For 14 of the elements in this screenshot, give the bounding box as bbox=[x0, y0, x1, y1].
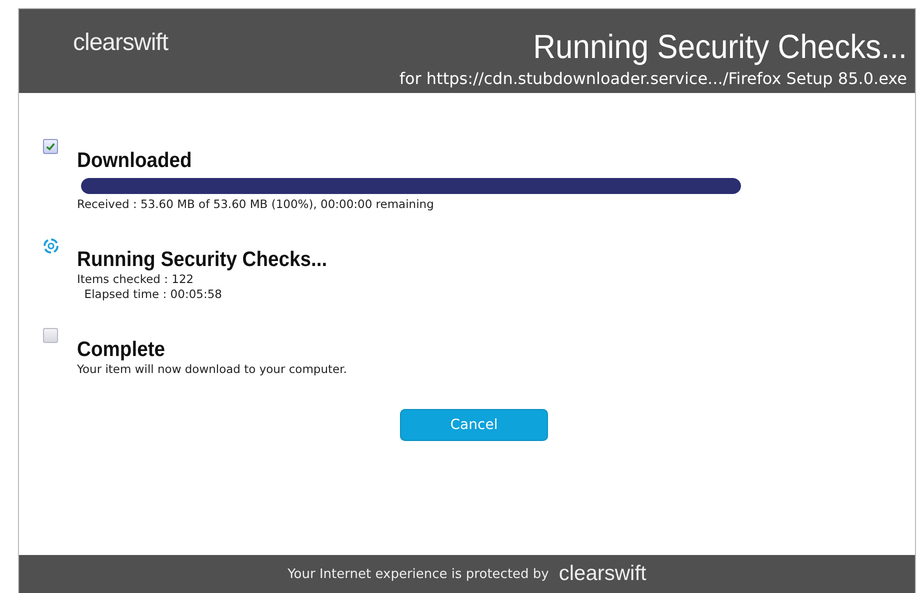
status-text: Your item will now download to your computer. bbox=[77, 362, 347, 377]
logo: clearswift bbox=[73, 29, 168, 58]
spinner-icon bbox=[43, 238, 59, 254]
cancel-button[interactable]: Cancel bbox=[400, 409, 548, 441]
status-text: Items checked : 122 bbox=[77, 272, 195, 287]
status-text: Elapsed time : 00:05:58 bbox=[83, 287, 223, 302]
file-url: for https://cdn.stubdownloader.service.../Firefox Setup 85.0.exe bbox=[399, 69, 907, 88]
step-title: Downloaded bbox=[77, 149, 193, 173]
footer-text: Your Internet experience is protected by bbox=[288, 566, 549, 582]
step-title: Running Security Checks... bbox=[77, 248, 328, 272]
step-title: Complete bbox=[77, 338, 166, 362]
page-title: Running Security Checks... bbox=[533, 28, 907, 66]
footer-logo: clearswift bbox=[558, 562, 646, 586]
status-text: Received : 53.60 MB of 53.60 MB (100%), 00:00:00 remaining bbox=[77, 197, 435, 212]
